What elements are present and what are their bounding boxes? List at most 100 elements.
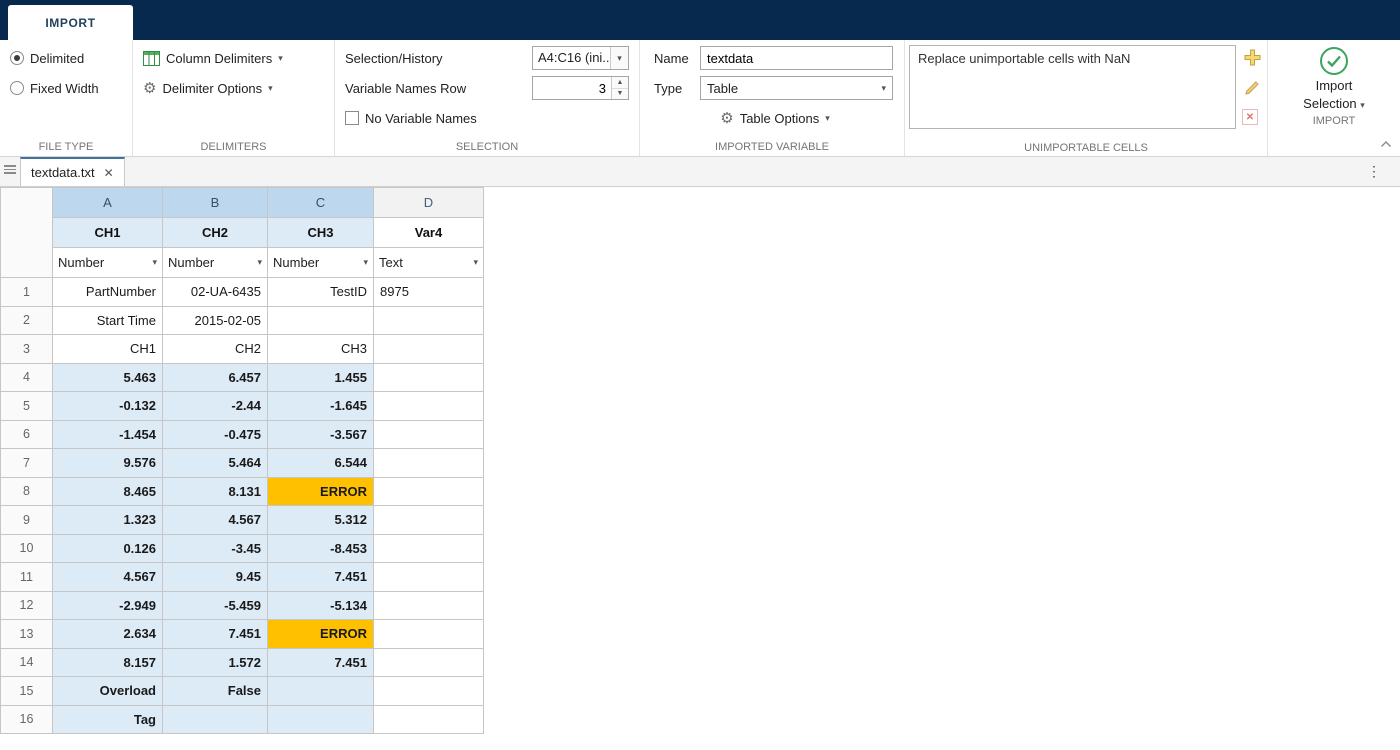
combo-dropdown-button[interactable]: ▾ <box>610 47 628 69</box>
cell[interactable] <box>374 506 484 535</box>
variable-name-cell[interactable]: CH3 <box>268 218 374 248</box>
cell[interactable] <box>374 677 484 706</box>
row-number[interactable]: 2 <box>1 306 53 335</box>
cell[interactable]: ERROR <box>268 477 374 506</box>
spinner-down-button[interactable]: ▼ <box>612 89 628 100</box>
row-number[interactable]: 11 <box>1 563 53 592</box>
unimportable-rules-list[interactable]: Replace unimportable cells with NaN <box>909 45 1236 129</box>
row-number[interactable]: 8 <box>1 477 53 506</box>
cell[interactable]: 2.634 <box>53 620 163 649</box>
cell[interactable]: 6.544 <box>268 449 374 478</box>
radio-delimited[interactable]: Delimited <box>10 45 124 71</box>
cell[interactable]: 9.576 <box>53 449 163 478</box>
cell[interactable] <box>163 705 268 734</box>
type-dropdown[interactable]: Number▾ <box>53 248 163 278</box>
cell[interactable]: 7.451 <box>163 620 268 649</box>
variable-name-input[interactable] <box>700 46 893 70</box>
collapse-ribbon-button[interactable] <box>1380 135 1392 153</box>
cell[interactable] <box>374 705 484 734</box>
row-number[interactable]: 9 <box>1 506 53 535</box>
cell[interactable]: 0.126 <box>53 534 163 563</box>
cell[interactable]: 8.131 <box>163 477 268 506</box>
cell[interactable]: 8.157 <box>53 648 163 677</box>
cell[interactable]: 1.455 <box>268 363 374 392</box>
cell[interactable]: CH3 <box>268 335 374 364</box>
cell[interactable]: -8.453 <box>268 534 374 563</box>
cell[interactable]: 8975 <box>374 278 484 307</box>
cell[interactable]: Overload <box>53 677 163 706</box>
cell[interactable] <box>374 563 484 592</box>
variable-name-cell[interactable]: CH1 <box>53 218 163 248</box>
cell[interactable] <box>374 648 484 677</box>
radio-fixed-width[interactable]: Fixed Width <box>10 75 124 101</box>
cell[interactable]: -1.454 <box>53 420 163 449</box>
row-number[interactable]: 5 <box>1 392 53 421</box>
variable-names-row-input[interactable] <box>533 77 611 99</box>
cell[interactable]: CH2 <box>163 335 268 364</box>
edit-rule-button[interactable] <box>1242 78 1262 98</box>
row-number[interactable]: 10 <box>1 534 53 563</box>
type-dropdown[interactable]: Number▾ <box>163 248 268 278</box>
cell[interactable]: 1.323 <box>53 506 163 535</box>
cell[interactable] <box>374 335 484 364</box>
row-number[interactable]: 16 <box>1 705 53 734</box>
cell[interactable]: 4.567 <box>53 563 163 592</box>
cell[interactable]: 8.465 <box>53 477 163 506</box>
no-variable-names-checkbox-row[interactable]: No Variable Names <box>345 105 631 131</box>
cell[interactable]: ERROR <box>268 620 374 649</box>
import-selection-button[interactable]: Import Selection ▾ <box>1268 40 1400 113</box>
cell[interactable] <box>374 534 484 563</box>
cell[interactable]: TestID <box>268 278 374 307</box>
type-dropdown[interactable]: Number▾ <box>268 248 374 278</box>
variable-name-cell[interactable]: CH2 <box>163 218 268 248</box>
cell[interactable]: Start Time <box>53 306 163 335</box>
cell[interactable]: 5.312 <box>268 506 374 535</box>
cell[interactable]: 2015-02-05 <box>163 306 268 335</box>
cell[interactable] <box>374 420 484 449</box>
type-dropdown[interactable]: Text▾ <box>374 248 484 278</box>
cell[interactable]: PartNumber <box>53 278 163 307</box>
column-header-C[interactable]: C <box>268 188 374 218</box>
row-number[interactable]: 1 <box>1 278 53 307</box>
cell[interactable]: -0.132 <box>53 392 163 421</box>
column-header-B[interactable]: B <box>163 188 268 218</box>
cell[interactable]: -1.645 <box>268 392 374 421</box>
row-number[interactable]: 7 <box>1 449 53 478</box>
row-number[interactable]: 14 <box>1 648 53 677</box>
row-number[interactable]: 15 <box>1 677 53 706</box>
cell[interactable]: 7.451 <box>268 648 374 677</box>
cell[interactable]: -2.44 <box>163 392 268 421</box>
checkbox-unchecked-icon[interactable] <box>345 111 359 125</box>
cell[interactable]: 6.457 <box>163 363 268 392</box>
overflow-menu-icon[interactable]: ⋮ <box>1367 163 1382 180</box>
variable-name-cell[interactable]: Var4 <box>374 218 484 248</box>
row-number[interactable]: 3 <box>1 335 53 364</box>
row-number[interactable]: 6 <box>1 420 53 449</box>
cell[interactable]: False <box>163 677 268 706</box>
cell[interactable]: -5.459 <box>163 591 268 620</box>
type-select[interactable]: Table ▾ <box>700 76 893 100</box>
column-delimiters-dropdown[interactable]: Column Delimiters ▾ <box>143 45 326 71</box>
cell[interactable]: -0.475 <box>163 420 268 449</box>
tab-import[interactable]: IMPORT <box>8 5 133 40</box>
cell[interactable] <box>374 363 484 392</box>
cell[interactable]: 1.572 <box>163 648 268 677</box>
cell[interactable]: 5.463 <box>53 363 163 392</box>
row-number[interactable]: 12 <box>1 591 53 620</box>
add-rule-button[interactable] <box>1242 47 1262 67</box>
cell[interactable]: 7.451 <box>268 563 374 592</box>
document-tab-textdata[interactable]: textdata.txt ✕ <box>20 157 125 186</box>
cell[interactable]: 9.45 <box>163 563 268 592</box>
radio-unchecked-icon[interactable] <box>10 81 24 95</box>
delimiter-options-dropdown[interactable]: ⚙ Delimiter Options ▾ <box>143 75 326 101</box>
cell[interactable]: 5.464 <box>163 449 268 478</box>
cell[interactable]: CH1 <box>53 335 163 364</box>
cell[interactable] <box>374 591 484 620</box>
delete-rule-button[interactable]: ✕ <box>1242 109 1258 125</box>
cell[interactable]: -3.45 <box>163 534 268 563</box>
cell[interactable]: -2.949 <box>53 591 163 620</box>
selection-history-combobox[interactable]: A4:C16 (ini... ▾ <box>532 46 629 70</box>
cell[interactable] <box>268 306 374 335</box>
variable-names-row-spinner[interactable]: ▲ ▼ <box>532 76 629 100</box>
row-number[interactable]: 4 <box>1 363 53 392</box>
